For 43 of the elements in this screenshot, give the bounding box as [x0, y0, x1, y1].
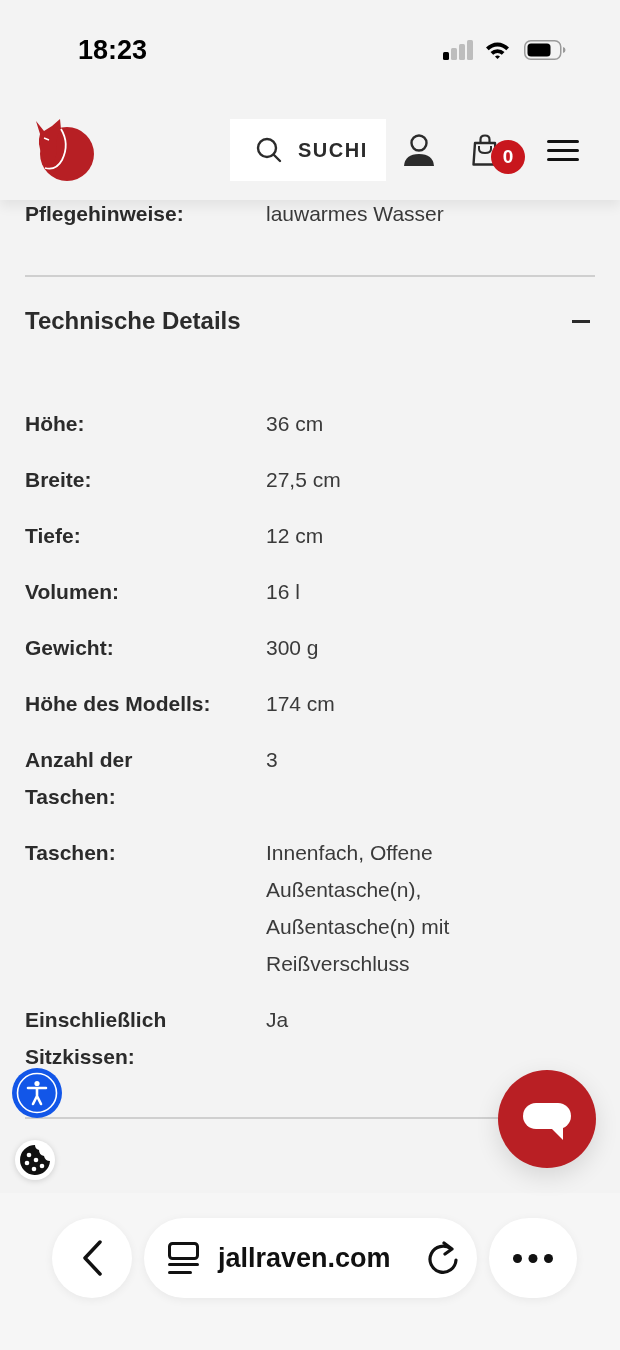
wifi-icon: [485, 41, 510, 59]
spec-value: 36 cm: [266, 411, 325, 437]
chevron-left-icon: [82, 1240, 102, 1276]
search-icon: [256, 137, 282, 163]
battery-icon: [524, 40, 566, 60]
reader-icon[interactable]: [168, 1241, 199, 1275]
cookie-icon: [19, 1144, 51, 1176]
reload-icon[interactable]: [427, 1241, 459, 1275]
more-icon: [513, 1253, 553, 1263]
accessibility-button[interactable]: [12, 1068, 62, 1118]
spec-label: Anzahl der Taschen:: [25, 747, 134, 810]
cookie-settings-button[interactable]: [15, 1140, 55, 1180]
chat-bubble-icon: [523, 1103, 571, 1141]
signal-icon: [443, 40, 473, 60]
spec-label: Tiefe:: [25, 523, 82, 549]
accessibility-icon: [16, 1072, 58, 1114]
spec-value: 300 g: [266, 635, 320, 661]
spec-value: 16 l: [266, 579, 301, 605]
spec-value: Innenfach, Offene Außentasche(n), Außentasche(n) mit Reißverschluss: [266, 840, 451, 977]
section-toggle[interactable]: Technische Details: [25, 305, 595, 337]
spec-label: Höhe des Modells:: [25, 691, 212, 717]
spec-value: Ja: [266, 1007, 290, 1033]
spec-label: Pflegehinweise:: [25, 201, 185, 227]
minus-icon: [572, 319, 590, 323]
url-text: jallraven.com: [218, 1241, 391, 1275]
spec-value: 12 cm: [266, 523, 325, 549]
spec-value: 27,5 cm: [266, 467, 342, 493]
spec-label: Breite:: [25, 467, 93, 493]
spec-value: 174 cm: [266, 691, 336, 717]
spec-label: Einschließlich Sitzkissen:: [25, 1007, 168, 1070]
spec-value: lauwarmes Wasser: [266, 201, 445, 227]
user-account-icon[interactable]: [403, 134, 435, 166]
spec-label: Volumen:: [25, 579, 121, 605]
search-button[interactable]: SUCHI: [230, 119, 386, 181]
spec-label: Höhe:: [25, 411, 86, 437]
status-time: 18:23: [78, 36, 148, 64]
fox-logo-icon[interactable]: [35, 118, 94, 182]
spec-value: 3: [266, 747, 279, 773]
address-bar[interactable]: jallraven.com: [144, 1218, 477, 1298]
cart-count-badge: 0: [491, 140, 525, 174]
spec-label: Gewicht:: [25, 635, 115, 661]
spec-label: Taschen:: [25, 840, 117, 866]
menu-icon[interactable]: [547, 139, 579, 161]
